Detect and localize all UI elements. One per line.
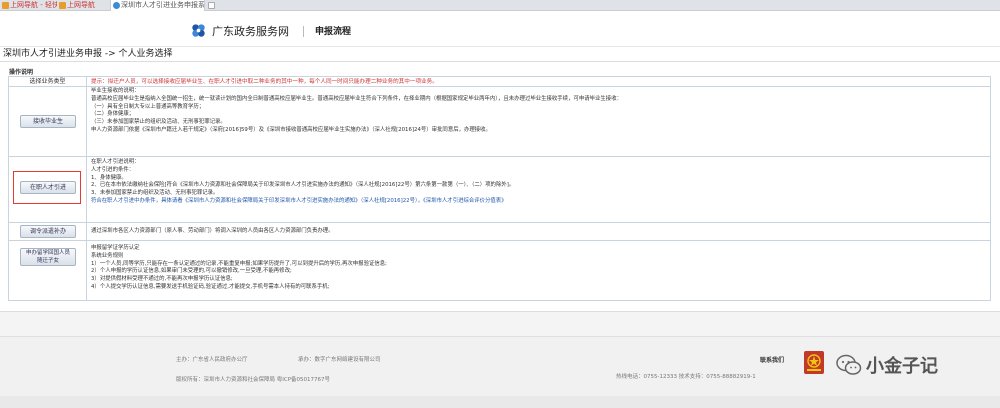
site-footer: 主办：广东省人民政府办公厅 承办：数字广东网络建设有限公司 版权所有：深圳市人力… — [0, 336, 1000, 396]
new-tab-icon — [208, 2, 215, 9]
wechat-icon — [836, 354, 862, 375]
highlight-box — [13, 171, 81, 204]
footer-copyright: 版权所有：深圳市人力资源和社会保障局 粤ICP备05017767号 — [176, 377, 331, 383]
new-tab-button[interactable] — [206, 0, 218, 11]
text-line[interactable]: 符合在职人才引进中办条件，具体请看《深圳市人力资源和社会保障局关于印发深圳市人才… — [91, 198, 986, 206]
browser-tab-label: 上网导航 — [67, 1, 95, 9]
table-header-left: 选择业务类型 — [9, 77, 87, 86]
main-content: 操作说明 选择业务类型 提示：拟迁户人员，可以选择接收应届毕业生、在职人才引进中… — [0, 62, 1000, 312]
bottom-strip — [0, 396, 1000, 408]
browser-tab-label: 深圳市人才引进业务申报系统 × — [121, 1, 205, 9]
text-line: 3）对提供假材料受理不通过的,不能再次申报学历认证信息; — [91, 276, 233, 283]
table-header-row: 选择业务类型 提示：拟迁户人员，可以选择接收应届毕业生、在职人才引进中取二种业务… — [8, 76, 991, 87]
talent-description: 在职人才引进说明： 人才引进的条件： 1、身体健康。 2、已在本市依法缴纳社会保… — [91, 157, 986, 222]
page-icon — [59, 2, 66, 9]
browser-tab-2[interactable]: 上网导航 — [57, 0, 107, 11]
text-line: 通过深圳市各区人力资源部门（原人事、劳动部门）将调入深圳的人员由各区人力资源部门… — [91, 228, 334, 234]
browser-tab-active[interactable]: 深圳市人才引进业务申报系统 × — [110, 0, 205, 11]
text-line: 4）个人提交学历认证信息,需要发送手机验证码,验证通过,才能提交,手机号需本人持… — [91, 283, 330, 290]
table-row: 申办留学回国人员随迁子女 申报留学证学历认定 系统业务规则 1）一个人员,同等学… — [8, 241, 991, 301]
text-line: 系统业务规则 — [91, 252, 124, 259]
process-link[interactable]: 申报流程 — [315, 24, 351, 37]
site-brand[interactable]: 广东政务服务网 — [212, 23, 289, 39]
text-line: 在职人才引进说明： — [91, 159, 140, 165]
graduate-button[interactable]: 接收毕业生 — [20, 115, 76, 128]
section-title: 操作说明 — [9, 69, 34, 76]
footer-host: 主办：广东省人民政府办公厅 — [176, 357, 248, 363]
text-line: （三）未参加国家禁止的组织及活动、无刑事犯罪记录。 — [91, 119, 226, 126]
gov-logo-icon — [192, 24, 205, 37]
text-line: 人才引进的条件： — [91, 166, 135, 173]
returnee-description: 申报留学证学历认定 系统业务规则 1）一个人员,同等学历,只能存在一条认定通过的… — [91, 241, 986, 300]
graduate-description: 毕业生接收的说明： 普通高校应届毕业生是指纳入全国统一招生，统一就读计划的国内全… — [91, 87, 986, 156]
overseas-returnee-button[interactable]: 申办留学回国人员随迁子女 — [20, 248, 76, 266]
table-row: 在职人才引进 在职人才引进说明： 人才引进的条件： 1、身体健康。 2、已在本市… — [8, 157, 991, 223]
transfer-reissue-button[interactable]: 调令派遣补办 — [20, 225, 76, 238]
page-icon — [2, 2, 9, 9]
table-row: 调令派遣补办 通过深圳市各区人力资源部门（原人事、劳动部门）将调入深圳的人员由各… — [8, 223, 991, 241]
breadcrumb: 深圳市人才引进业务申报 -> 个人业务选择 — [0, 46, 1000, 62]
text-line: 3、未参加国家禁止的组织及活动、无刑事犯罪记录。 — [91, 190, 219, 197]
contact-link[interactable]: 联系我们 — [760, 355, 784, 364]
text-line: 申报留学证学历认定 — [91, 245, 140, 251]
text-line: （一）具有全日制大专以上普通高等教育学历； — [91, 103, 205, 110]
table-header-tip: 提示：拟迁户人员，可以选择接收应届毕业生、在职人才引进中取二种业务的其中一种，每… — [91, 79, 438, 85]
text-line: 普通高校应届毕业生是指纳入全国统一招生，统一就读计划的国内全日制普通高校应届毕业… — [91, 95, 622, 102]
footer-hotline: 热线电话：0755-12333 技术支持：0755-88882919-1 — [616, 374, 756, 380]
text-line: 毕业生接收的说明： — [91, 88, 140, 94]
gov-emblem-icon — [804, 351, 824, 374]
site-header: 广东政务服务网 申报流程 — [0, 11, 1000, 46]
page-icon — [113, 2, 120, 9]
browser-tab-label: 上网导航 - 轻快上网 从这里开... — [10, 1, 57, 9]
header-divider — [303, 26, 304, 37]
footer-support: 承办：数字广东网络建设有限公司 — [298, 357, 381, 363]
text-line: 申人力资源部门依据《深圳市户籍迁入若干规定》（深府[2016]59号）及《深圳市… — [91, 126, 491, 133]
table-row: 接收毕业生 毕业生接收的说明： 普通高校应届毕业生是指纳入全国统一招生，统一就读… — [8, 87, 991, 157]
browser-tab-1[interactable]: 上网导航 - 轻快上网 从这里开... — [0, 0, 57, 11]
text-line: 2、已在本市依法缴纳社会保险[符合《深圳市人力资源和社会保障局关于印发深圳市人才… — [91, 182, 515, 189]
browser-tab-bar: 上网导航 - 轻快上网 从这里开... 上网导航 深圳市人才引进业务申报系统 × — [0, 0, 1000, 11]
watermark-text: 小金子记 — [866, 356, 938, 377]
transfer-description: 通过深圳市各区人力资源部门（原人事、劳动部门）将调入深圳的人员由各区人力资源部门… — [91, 223, 986, 240]
